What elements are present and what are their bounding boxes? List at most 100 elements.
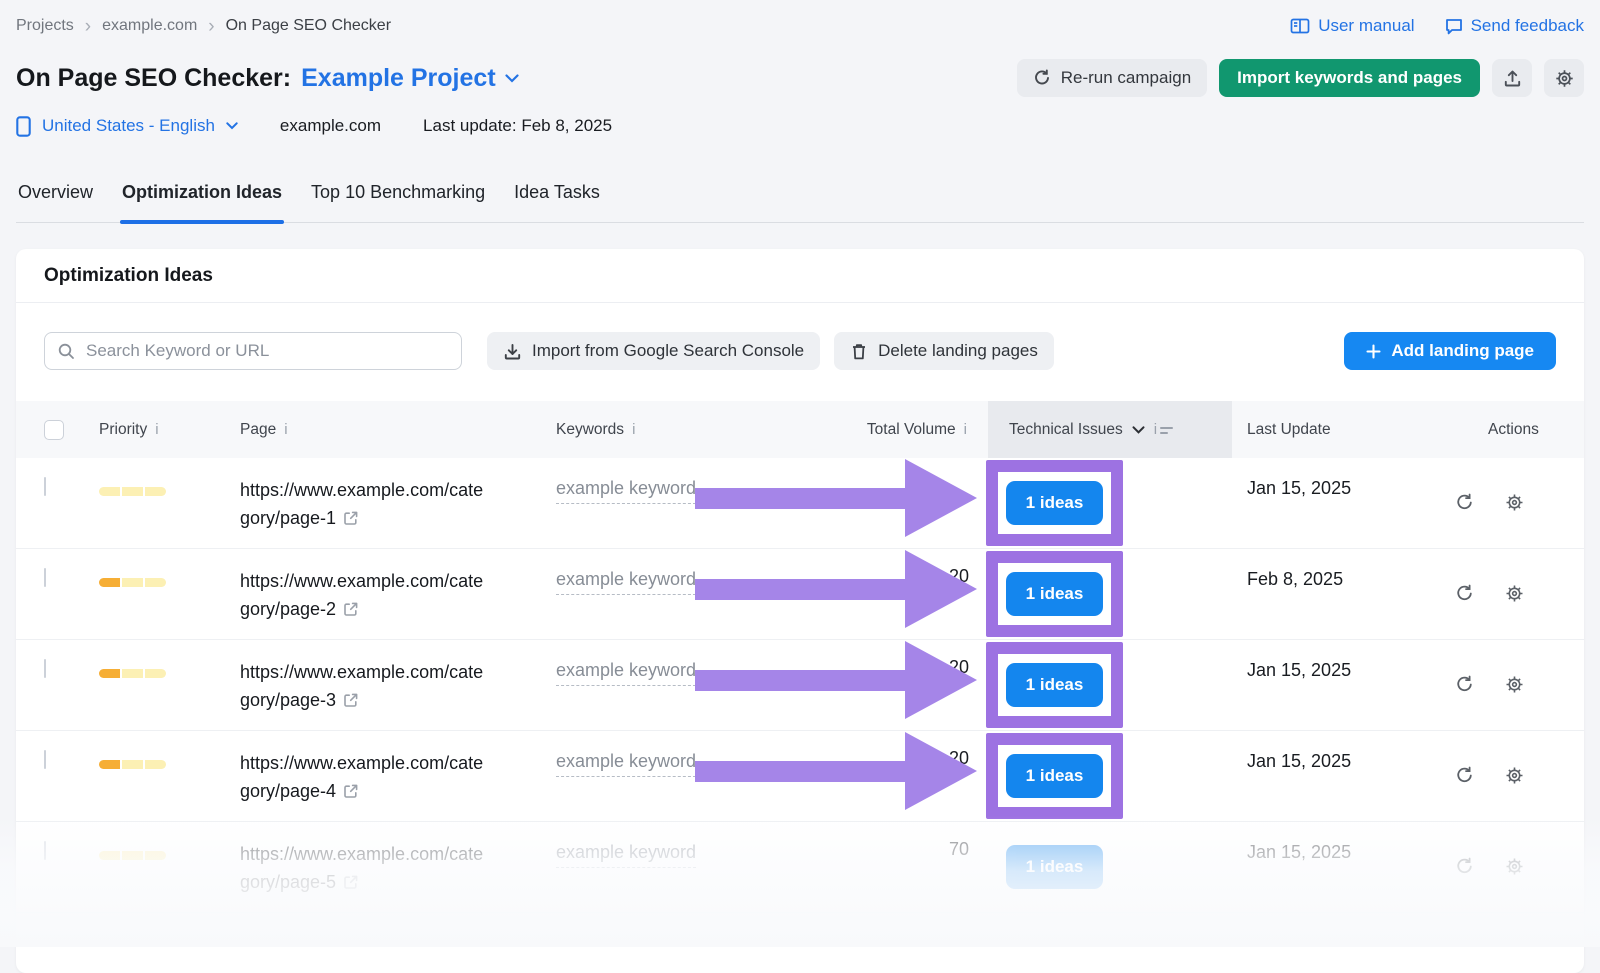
locale-selector[interactable]: United States - English bbox=[16, 116, 238, 137]
annotation-arrow-tail bbox=[695, 670, 907, 691]
row-refresh-icon[interactable] bbox=[1455, 493, 1474, 548]
page-url[interactable]: https://www.example.com/category/page-4 bbox=[240, 753, 483, 801]
row-refresh-icon[interactable] bbox=[1455, 584, 1474, 639]
chevron-down-icon[interactable] bbox=[1132, 426, 1145, 434]
column-header-page[interactable]: Page i bbox=[240, 421, 556, 439]
search-box bbox=[44, 332, 462, 370]
table-header: Priority i Page i Keywords i Total Volum… bbox=[16, 401, 1584, 458]
breadcrumb-projects[interactable]: Projects bbox=[16, 17, 74, 35]
external-link-icon[interactable] bbox=[343, 510, 359, 526]
table-row: https://www.example.com/category/page-2 … bbox=[16, 549, 1584, 640]
select-all-checkbox[interactable] bbox=[44, 420, 64, 440]
annotation-highlight-frame: 1 ideas bbox=[986, 460, 1123, 546]
send-feedback-link[interactable]: Send feedback bbox=[1445, 16, 1584, 36]
keyword-link[interactable]: example keyword bbox=[556, 751, 696, 777]
tab-idea-tasks[interactable]: Idea Tasks bbox=[512, 180, 602, 222]
column-header-keywords[interactable]: Keywords i bbox=[556, 421, 756, 439]
page-header: Projects › example.com › On Page SEO Che… bbox=[0, 0, 1600, 223]
ideas-button[interactable]: 1 ideas bbox=[1006, 663, 1103, 707]
project-domain: example.com bbox=[280, 116, 381, 136]
annotation-highlight-frame: 1 ideas bbox=[986, 733, 1123, 819]
column-header-technical-issues[interactable]: Technical Issues i bbox=[973, 401, 1232, 458]
breadcrumb: Projects › example.com › On Page SEO Che… bbox=[16, 17, 391, 36]
search-icon bbox=[57, 342, 75, 360]
row-settings-gear-icon[interactable] bbox=[1505, 493, 1524, 548]
row-checkbox[interactable] bbox=[44, 477, 46, 496]
ideas-button[interactable]: 1 ideas bbox=[1006, 845, 1103, 889]
ideas-button[interactable]: 1 ideas bbox=[1006, 754, 1103, 798]
ideas-button[interactable]: 1 ideas bbox=[1006, 572, 1103, 616]
table-row: https://www.example.com/category/page-5 … bbox=[16, 822, 1584, 913]
annotation-arrow-tail bbox=[695, 761, 907, 782]
external-link-icon[interactable] bbox=[343, 692, 359, 708]
table-row: https://www.example.com/category/page-1 … bbox=[16, 458, 1584, 549]
keyword-link[interactable]: example keyword bbox=[556, 478, 696, 504]
page-cell: https://www.example.com/category/page-4 bbox=[240, 731, 556, 821]
row-checkbox[interactable] bbox=[44, 568, 46, 587]
row-settings-gear-icon[interactable] bbox=[1505, 584, 1524, 639]
column-header-priority[interactable]: Priority i bbox=[99, 421, 240, 439]
row-settings-gear-icon[interactable] bbox=[1505, 766, 1524, 821]
keyword-link[interactable]: example keyword bbox=[556, 569, 696, 595]
annotation-arrow-tail bbox=[695, 579, 907, 600]
total-volume-value: 70 bbox=[756, 822, 973, 912]
optimization-ideas-card: Optimization Ideas Import from Google Se… bbox=[16, 249, 1584, 973]
book-icon bbox=[1290, 18, 1310, 35]
last-update-value: Jan 15, 2025 bbox=[1232, 640, 1430, 730]
locale-flag-icon bbox=[16, 116, 31, 137]
row-settings-gear-icon[interactable] bbox=[1505, 675, 1524, 730]
last-update-value: Jan 15, 2025 bbox=[1232, 731, 1430, 821]
external-link-icon[interactable] bbox=[343, 874, 359, 890]
row-settings-gear-icon[interactable] bbox=[1505, 857, 1524, 912]
chevron-right-icon: › bbox=[208, 17, 214, 36]
chat-bubble-icon bbox=[1445, 18, 1463, 35]
settings-button[interactable] bbox=[1544, 59, 1584, 97]
row-refresh-icon[interactable] bbox=[1455, 766, 1474, 821]
row-checkbox[interactable] bbox=[44, 841, 46, 860]
external-link-icon[interactable] bbox=[343, 783, 359, 799]
tab-overview[interactable]: Overview bbox=[16, 180, 95, 222]
info-icon[interactable]: i bbox=[632, 421, 635, 438]
user-manual-link[interactable]: User manual bbox=[1290, 16, 1414, 36]
ideas-button[interactable]: 1 ideas bbox=[1006, 481, 1103, 525]
row-refresh-icon[interactable] bbox=[1455, 675, 1474, 730]
info-icon[interactable]: i bbox=[964, 421, 967, 438]
sort-icon[interactable]: i bbox=[1154, 421, 1173, 438]
add-landing-page-button[interactable]: Add landing page bbox=[1344, 332, 1556, 370]
rerun-campaign-button[interactable]: Re-run campaign bbox=[1017, 59, 1207, 97]
priority-meter bbox=[99, 760, 240, 769]
page-url[interactable]: https://www.example.com/category/page-2 bbox=[240, 571, 483, 619]
tab-bar: Overview Optimization Ideas Top 10 Bench… bbox=[16, 180, 1584, 223]
import-keywords-button[interactable]: Import keywords and pages bbox=[1219, 59, 1480, 97]
tab-optimization-ideas[interactable]: Optimization Ideas bbox=[120, 180, 284, 222]
last-update-value: Jan 15, 2025 bbox=[1232, 458, 1430, 548]
row-refresh-icon[interactable] bbox=[1455, 857, 1474, 912]
project-selector[interactable]: Example Project bbox=[301, 64, 519, 93]
row-checkbox[interactable] bbox=[44, 659, 46, 678]
table-row: https://www.example.com/category/page-4 … bbox=[16, 731, 1584, 822]
table-body: https://www.example.com/category/page-1 … bbox=[16, 458, 1584, 913]
tab-top-10-benchmarking[interactable]: Top 10 Benchmarking bbox=[309, 180, 487, 222]
priority-meter bbox=[99, 487, 240, 496]
page-url[interactable]: https://www.example.com/category/page-1 bbox=[240, 480, 483, 528]
external-link-icon[interactable] bbox=[343, 601, 359, 617]
import-gsc-button[interactable]: Import from Google Search Console bbox=[487, 332, 820, 370]
row-checkbox[interactable] bbox=[44, 750, 46, 769]
annotation-highlight-frame: 1 ideas bbox=[986, 642, 1123, 728]
info-icon[interactable]: i bbox=[284, 421, 287, 438]
page-url[interactable]: https://www.example.com/category/page-3 bbox=[240, 662, 483, 710]
export-button[interactable] bbox=[1492, 59, 1532, 97]
annotation-arrow-tail bbox=[695, 488, 907, 509]
delete-landing-pages-button[interactable]: Delete landing pages bbox=[834, 332, 1054, 370]
last-update-value: Jan 15, 2025 bbox=[1232, 822, 1430, 912]
search-input[interactable] bbox=[44, 332, 462, 370]
breadcrumb-domain[interactable]: example.com bbox=[102, 17, 197, 35]
column-header-total-volume[interactable]: Total Volume i bbox=[756, 421, 973, 439]
keyword-link[interactable]: example keyword bbox=[556, 660, 696, 686]
column-header-last-update[interactable]: Last Update bbox=[1232, 421, 1430, 439]
page-url[interactable]: https://www.example.com/category/page-5 bbox=[240, 844, 483, 892]
gear-icon bbox=[1555, 69, 1574, 88]
info-icon[interactable]: i bbox=[155, 421, 158, 438]
keyword-link[interactable]: example keyword bbox=[556, 842, 696, 868]
table-row: https://www.example.com/category/page-3 … bbox=[16, 640, 1584, 731]
